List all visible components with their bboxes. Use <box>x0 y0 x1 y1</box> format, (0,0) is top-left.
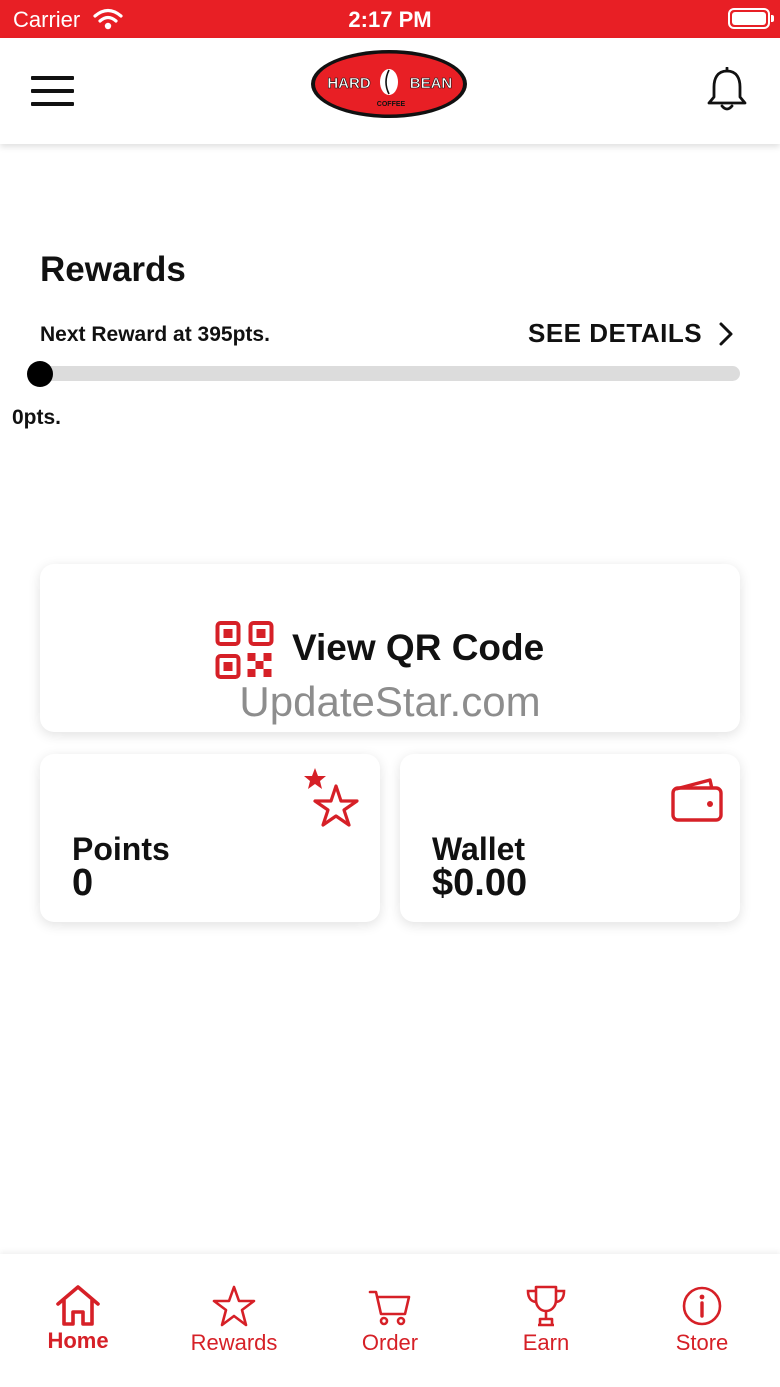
tab-order[interactable]: Order <box>312 1254 468 1387</box>
logo-text-hard: HARD <box>327 75 370 92</box>
star-icon <box>212 1285 256 1327</box>
info-icon <box>682 1286 722 1326</box>
view-qr-code-label: View QR Code <box>292 627 545 668</box>
menu-bar-icon <box>31 89 74 93</box>
trophy-icon <box>526 1285 566 1327</box>
clock-label: 2:17 PM <box>348 7 432 32</box>
battery-icon <box>728 8 774 29</box>
rewards-progress-knob <box>27 361 53 387</box>
logo-text-bean: BEAN <box>410 75 453 92</box>
qr-code-icon <box>215 621 274 679</box>
points-card-value: 0 <box>72 862 94 904</box>
chevron-right-icon <box>719 322 733 345</box>
status-bar: Carrier 2:17 PM <box>0 0 780 38</box>
hamburger-menu-button[interactable] <box>31 76 75 106</box>
see-details-label: SEE DETAILS <box>528 318 703 348</box>
cart-icon <box>368 1290 411 1326</box>
home-icon <box>56 1285 100 1326</box>
wallet-card-value: $0.00 <box>432 862 528 904</box>
points-card[interactable]: Points 0 <box>40 754 380 922</box>
tab-store[interactable]: Store <box>624 1254 780 1387</box>
menu-bar-icon <box>31 76 74 80</box>
rewards-heading: Rewards <box>40 250 186 289</box>
see-details-link[interactable]: SEE DETAILS <box>528 318 734 349</box>
tab-rewards[interactable]: Rewards <box>156 1254 312 1387</box>
stars-icon <box>304 768 359 827</box>
tab-earn[interactable]: Earn <box>468 1254 624 1387</box>
logo-text-coffee: COFFEE <box>377 101 406 108</box>
menu-bar-icon <box>31 102 74 106</box>
next-reward-text: Next Reward at 395pts. <box>40 323 270 346</box>
tab-home-label: Home <box>47 1328 109 1353</box>
tab-order-label: Order <box>361 1330 419 1355</box>
tab-home[interactable]: Home <box>0 1254 156 1387</box>
top-nav: HARD BEAN COFFEE <box>0 38 780 144</box>
watermark-text: UpdateStar.com <box>239 678 541 725</box>
tab-earn-label: Earn <box>522 1330 570 1355</box>
tab-rewards-label: Rewards <box>190 1330 278 1355</box>
rewards-progress-track <box>40 366 740 381</box>
wallet-icon <box>671 778 723 822</box>
hard-bean-coffee-logo: HARD BEAN COFFEE <box>311 50 467 118</box>
wallet-card[interactable]: Wallet $0.00 <box>400 754 740 922</box>
tab-store-label: Store <box>675 1330 729 1355</box>
current-points-label: 0pts. <box>12 406 62 429</box>
bottom-tab-bar: Home Rewards Order Earn Store <box>0 1254 780 1387</box>
notifications-bell-icon[interactable] <box>706 67 748 113</box>
